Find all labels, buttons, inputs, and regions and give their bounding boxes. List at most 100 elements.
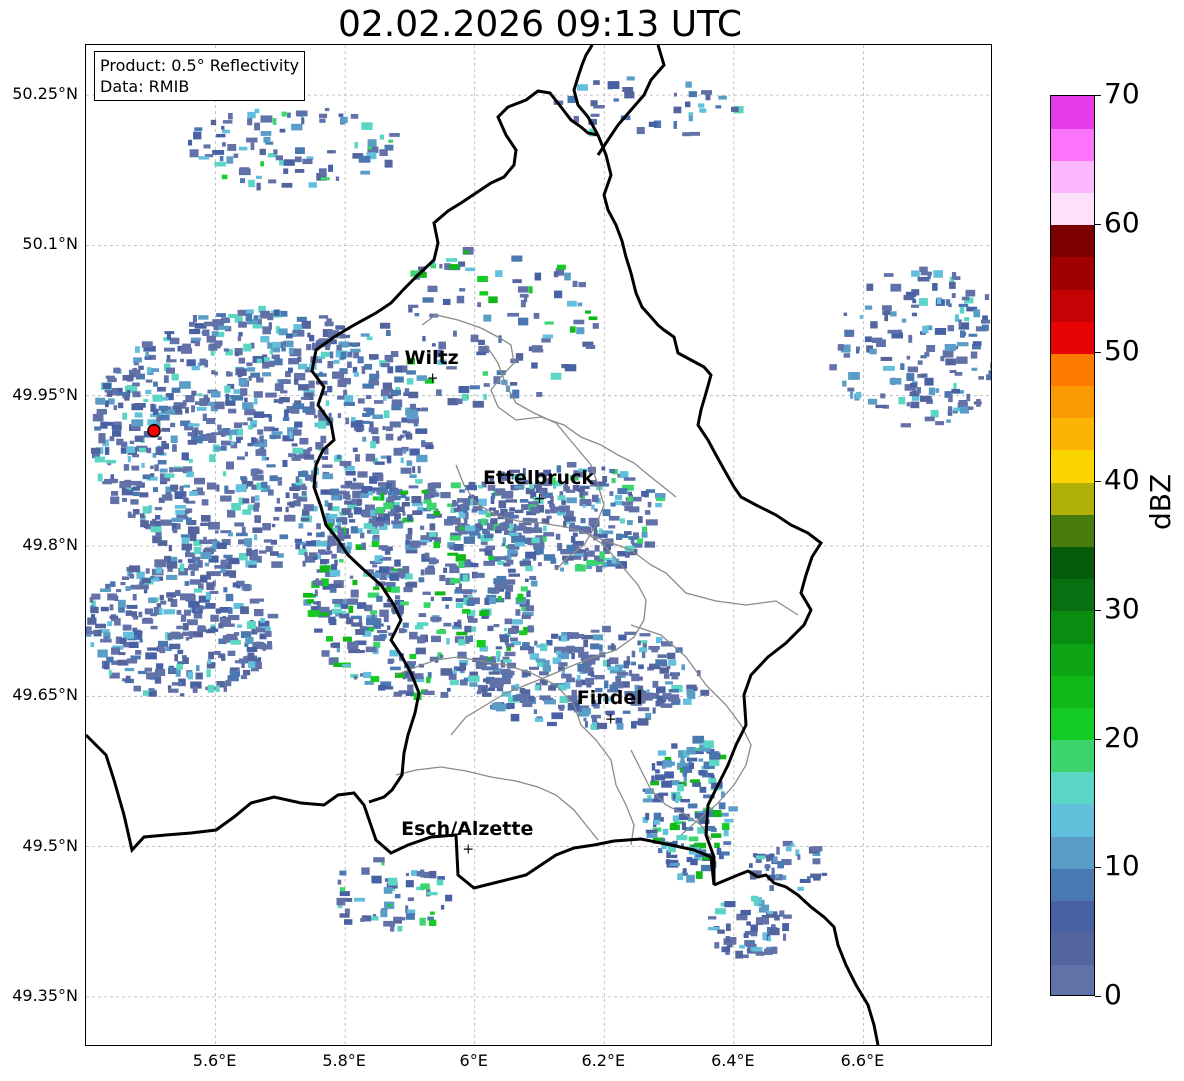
echo-cell [491, 702, 502, 710]
echo-cell [312, 556, 318, 560]
echo-cell [531, 362, 538, 369]
echo-cell [683, 698, 692, 705]
echo-cell [100, 606, 109, 612]
echo-cell [132, 509, 140, 515]
echo-cell [153, 577, 160, 582]
echo-cell [165, 491, 172, 499]
echo-cell [644, 692, 653, 701]
echo-cell [141, 618, 154, 624]
echo-cell [933, 270, 943, 278]
national-borders [86, 45, 880, 1045]
echo-cell [292, 447, 304, 454]
echo-cell [273, 516, 280, 521]
echo-cell [543, 525, 547, 532]
echo-cell [592, 323, 599, 329]
echo-cell [154, 507, 163, 511]
echo-cell [553, 271, 559, 278]
echo-cell [320, 559, 327, 565]
echo-cell [102, 481, 112, 485]
echo-cell [647, 501, 652, 508]
echo-cell [495, 488, 506, 496]
echo-cell [598, 528, 603, 535]
echo-cell [409, 403, 416, 410]
echo-cell [181, 452, 189, 461]
echo-cell [110, 581, 116, 587]
echo-cell [255, 175, 262, 179]
echo-cell [459, 489, 465, 493]
echo-cell [201, 499, 209, 506]
echo-cell [671, 673, 679, 680]
echo-cell [449, 535, 461, 541]
echo-cell [158, 405, 169, 411]
echo-cell [389, 574, 400, 581]
echo-cell [113, 367, 121, 374]
echo-cell [329, 618, 337, 626]
echo-cell [218, 430, 230, 435]
echo-cell [319, 565, 330, 573]
echo-cell [314, 589, 318, 597]
echo-cell [172, 444, 177, 452]
echo-cell [405, 534, 412, 540]
echo-cell [192, 314, 197, 323]
echo-cell [920, 395, 932, 402]
echo-cell [771, 867, 775, 876]
echo-cell [222, 129, 230, 134]
echo-cell [401, 502, 410, 507]
echo-cell [657, 750, 667, 756]
echo-cell [340, 116, 348, 124]
echo-cell [560, 567, 564, 572]
echo-cell [227, 509, 236, 518]
echo-cell [632, 496, 642, 502]
echo-cell [170, 484, 179, 491]
echo-cell [328, 610, 332, 616]
echo-cell [341, 611, 347, 615]
echo-cell [951, 272, 957, 280]
echo-cell [483, 393, 487, 400]
echo-cell [582, 665, 591, 674]
echo-cell [250, 496, 255, 504]
echo-cell [327, 541, 332, 547]
echo-cell [655, 502, 662, 508]
echo-cell [441, 597, 453, 601]
echo-cell [282, 417, 290, 421]
echo-cell [958, 303, 969, 307]
echo-cell [356, 602, 367, 609]
echo-cell [755, 917, 764, 926]
echo-cell [439, 264, 443, 269]
echo-cell [465, 525, 476, 532]
echo-cell [708, 916, 717, 920]
echo-cell [260, 310, 270, 319]
echo-cell [464, 625, 472, 633]
echo-cell [351, 482, 361, 489]
echo-cell [333, 662, 343, 667]
echo-cell [256, 377, 264, 383]
echo-cell [946, 419, 951, 423]
echo-cell [662, 693, 672, 700]
echo-cell [145, 351, 149, 358]
echo-cell [306, 448, 311, 454]
echo-cell [954, 314, 959, 322]
echo-cell [328, 513, 338, 519]
echo-cell [184, 581, 190, 586]
echo-cell [328, 164, 333, 172]
echo-cell [242, 669, 251, 676]
echo-cell [277, 477, 283, 481]
echo-cell [520, 586, 528, 592]
echo-cell [295, 476, 300, 483]
echo-cell [171, 387, 181, 393]
echo-cell [300, 517, 310, 522]
echo-cell [233, 422, 243, 429]
echo-cell [268, 179, 277, 184]
echo-cell [298, 523, 304, 529]
echo-cell [530, 580, 538, 587]
echo-cell [289, 487, 300, 491]
echo-cell [148, 505, 152, 513]
echo-cell [361, 122, 373, 130]
echo-cell [573, 555, 582, 560]
echo-cell [170, 435, 178, 443]
echo-cell [799, 878, 811, 883]
echo-cell [561, 499, 566, 505]
echo-cell [876, 339, 886, 347]
echo-cell [658, 792, 669, 796]
echo-cell [530, 506, 540, 514]
